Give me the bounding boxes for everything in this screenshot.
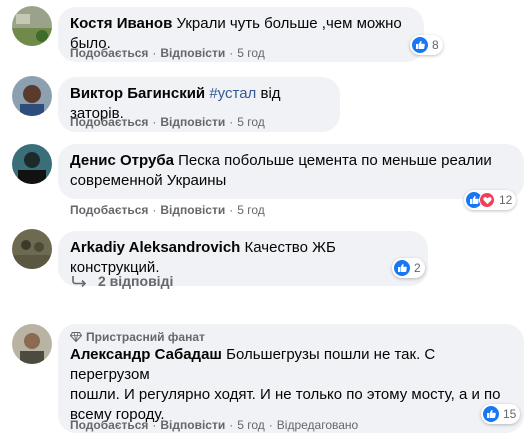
separator: · <box>152 115 157 129</box>
reaction-count: 2 <box>414 261 421 275</box>
like-button[interactable]: Подобається <box>70 418 148 432</box>
comment-author[interactable]: Денис Отруба <box>70 152 174 169</box>
like-reaction-icon <box>394 260 410 276</box>
comment-bubble: Денис Отруба Песка побольше цемента по м… <box>58 144 524 199</box>
comment-text-line-2: пошли. И регулярно ходят. И не только по… <box>70 386 501 403</box>
separator: · <box>229 115 234 129</box>
reaction-count: 8 <box>432 38 439 52</box>
like-reaction-icon <box>412 37 428 53</box>
separator: · <box>152 203 157 217</box>
avatar[interactable] <box>12 324 52 364</box>
reaction-summary[interactable]: 15 <box>481 404 521 424</box>
comment-actions: Подобається · Відповісти · 5 год <box>70 114 265 130</box>
view-replies-link[interactable]: 2 відповіді <box>72 273 173 289</box>
replies-count-label[interactable]: 2 відповіді <box>98 273 173 289</box>
comment-actions: Подобається · Відповісти · 5 год <box>70 202 265 218</box>
hashtag-link[interactable]: #устал <box>209 85 256 102</box>
comment-timestamp[interactable]: 5 год <box>237 46 265 60</box>
fan-badge-label: Пристрасний фанат <box>86 330 205 344</box>
reply-button[interactable]: Відповісти <box>160 46 225 60</box>
comment-author[interactable]: Arkadiy Aleksandrovich <box>70 239 240 256</box>
like-button[interactable]: Подобається <box>70 203 148 217</box>
like-button[interactable]: Подобається <box>70 46 148 60</box>
reaction-summary[interactable]: 12 <box>464 190 517 210</box>
comment-actions: Подобається · Відповісти · 5 год · Відредагова… <box>70 417 358 433</box>
separator: · <box>229 418 234 432</box>
avatar[interactable] <box>12 229 52 269</box>
like-button[interactable]: Подобається <box>70 115 148 129</box>
reaction-summary[interactable]: 2 <box>392 258 425 278</box>
reply-button[interactable]: Відповісти <box>160 115 225 129</box>
comment-timestamp[interactable]: 5 год <box>237 115 265 129</box>
avatar[interactable] <box>12 144 52 184</box>
love-reaction-icon <box>479 192 495 208</box>
comment-author[interactable]: Виктор Багинский <box>70 85 205 102</box>
avatar[interactable] <box>12 6 52 46</box>
separator: · <box>229 203 234 217</box>
separator: · <box>152 46 157 60</box>
fan-badge[interactable]: Пристрасний фанат <box>70 330 512 344</box>
comment-author[interactable]: Александр Сабадаш <box>70 346 222 363</box>
avatar[interactable] <box>12 76 52 116</box>
reply-button[interactable]: Відповісти <box>160 418 225 432</box>
comment-timestamp[interactable]: 5 год <box>237 203 265 217</box>
comment-text-line-2: современной Украины <box>70 172 227 189</box>
reaction-summary[interactable]: 8 <box>410 35 443 55</box>
comment-timestamp[interactable]: 5 год <box>237 418 265 432</box>
reply-arrow-icon <box>72 276 87 287</box>
reaction-count: 12 <box>499 193 513 207</box>
edited-label[interactable]: Відредаговано <box>277 418 358 432</box>
comment-author[interactable]: Костя Иванов <box>70 15 172 32</box>
separator: · <box>268 418 273 432</box>
reply-button[interactable]: Відповісти <box>160 203 225 217</box>
like-reaction-icon <box>483 406 499 422</box>
comment-actions: Подобається · Відповісти · 5 год <box>70 45 265 61</box>
reaction-count: 15 <box>503 407 517 421</box>
separator: · <box>152 418 157 432</box>
separator: · <box>229 46 234 60</box>
diamond-icon <box>70 332 82 342</box>
comment-text-line-1: Песка побольше цемента по меньше реалии <box>178 152 492 169</box>
